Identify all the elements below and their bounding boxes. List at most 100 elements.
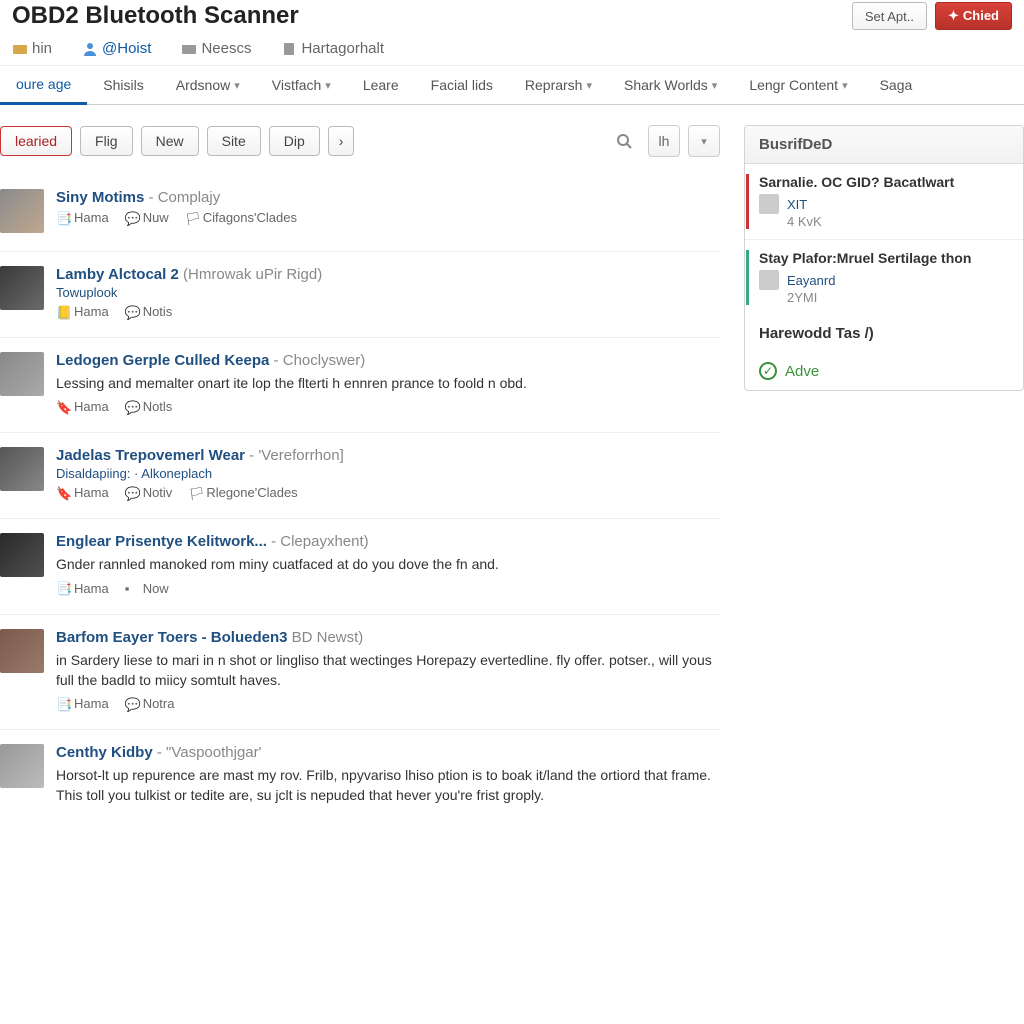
meta-notiv[interactable]: 💬Notiv <box>125 485 173 500</box>
nav-hin[interactable]: hin <box>12 40 52 57</box>
sidebar-heading: BusrifDeD <box>745 126 1023 164</box>
post-category: - "Vaspoothjgar' <box>157 744 262 761</box>
post-category: - Clepayxhent) <box>271 533 369 550</box>
tab-shisils[interactable]: Shisils <box>87 66 159 104</box>
meta-notra[interactable]: 💬Notra <box>125 696 175 711</box>
avatar[interactable] <box>0 629 44 673</box>
chevron-down-icon: ▾ <box>586 79 592 92</box>
sidebar-item-link[interactable]: Eayanrd <box>787 273 835 288</box>
avatar[interactable] <box>0 189 44 233</box>
post-title[interactable]: Centhy Kidby <box>56 744 153 761</box>
avatar[interactable] <box>0 447 44 491</box>
meta-hama[interactable]: 🔖Hama <box>56 399 109 414</box>
tab-faciallids[interactable]: Facial lids <box>415 66 509 104</box>
post-title[interactable]: Jadelas Trepovemerl Wear <box>56 447 245 464</box>
meta-clades[interactable]: 🏳Rlegone'Clades <box>188 485 297 500</box>
comment-icon: 💬 <box>125 305 139 319</box>
meta-notis[interactable]: 💬Notis <box>125 304 173 319</box>
sidebar-item-title: Sarnalie. OC GID? Bacatlwart <box>759 174 1009 190</box>
post-category: (Hmrowak uPir Rigd) <box>183 266 322 283</box>
meta-notls[interactable]: 💬Notls <box>125 399 173 414</box>
post-desc: Horsot-lt up repurence are mast my rov. … <box>56 765 720 806</box>
post-desc: Gnder rannled manoked rom miny cuatfaced… <box>56 554 720 574</box>
tag-icon: 📒 <box>56 305 70 319</box>
filter-learied[interactable]: learied <box>0 126 72 156</box>
tag-icon: 🔖 <box>56 486 70 500</box>
tab-vistfach[interactable]: Vistfach ▾ <box>256 66 347 104</box>
post-item: Jadelas Trepovemerl Wear - 'Vereforrhon]… <box>0 433 720 519</box>
meta-hama[interactable]: 📑Hama <box>56 581 109 596</box>
avatar[interactable] <box>0 744 44 788</box>
avatar[interactable] <box>0 533 44 577</box>
avatar <box>759 270 779 290</box>
chevron-down-icon: ▾ <box>234 79 240 92</box>
meta-nuw[interactable]: 💬Nuw <box>125 210 169 225</box>
comment-icon: 💬 <box>125 400 139 414</box>
meta-hama[interactable]: 🔖Hama <box>56 485 109 500</box>
nav-hartagorhalt[interactable]: Hartagorhalt <box>281 40 384 57</box>
meta-hama[interactable]: 📒Hama <box>56 304 109 319</box>
post-title[interactable]: Siny Motims <box>56 189 144 206</box>
tag-icon: 📑 <box>56 211 70 225</box>
sidebar-item-title: Stay Plafor:Mruel Sertilage thon <box>759 250 1009 266</box>
tab-ardsnow[interactable]: Ardsnow ▾ <box>160 66 256 104</box>
post-item: Ledogen Gerple Culled Keepa - Choclyswer… <box>0 338 720 433</box>
post-category: - Complajy <box>149 189 221 206</box>
filter-dip[interactable]: Dip <box>269 126 320 156</box>
sidebar-card: BusrifDeD Sarnalie. OC GID? Bacatlwart X… <box>744 125 1024 391</box>
chevron-down-icon: ▾ <box>325 79 331 92</box>
nav-hoist[interactable]: @Hoist <box>82 40 151 57</box>
filter-flig[interactable]: Flig <box>80 126 133 156</box>
user-icon <box>82 41 98 57</box>
search-button[interactable] <box>608 125 640 157</box>
sidebar-adve[interactable]: ✓ Adve <box>745 352 1023 390</box>
meta-hama[interactable]: 📑Hama <box>56 210 109 225</box>
meta-hama[interactable]: 📑Hama <box>56 696 109 711</box>
post-desc: in Sardery liese to mari in n shot or li… <box>56 650 720 691</box>
post-title[interactable]: Lamby Alctocal 2 <box>56 266 179 283</box>
post-category: - Choclyswer) <box>274 352 366 369</box>
post-title[interactable]: Barfom Eayer Toers - Bolueden3 <box>56 629 287 646</box>
post-title[interactable]: Englear Prisentye Kelitwork... <box>56 533 267 550</box>
filter-more[interactable]: › <box>328 126 355 156</box>
flag-icon: 🏳 <box>188 486 202 500</box>
chevron-down-icon: ▾ <box>701 135 707 148</box>
sidebar-item[interactable]: Sarnalie. OC GID? Bacatlwart XIT 4 KvK <box>745 164 1023 239</box>
meta-clades[interactable]: 🏳Cifagons'Clades <box>185 210 297 225</box>
post-desc: Lessing and memalter onart ite lop the f… <box>56 373 720 393</box>
avatar[interactable] <box>0 266 44 310</box>
check-button[interactable]: ✦Chied <box>935 2 1012 30</box>
tab-saga[interactable]: Saga <box>864 66 929 104</box>
sort-dropdown[interactable]: ▾ <box>688 125 720 157</box>
tab-leare[interactable]: Leare <box>347 66 415 104</box>
post-subtitle[interactable]: Disaldapiing: · Alkoneplach <box>56 466 720 481</box>
post-item: Englear Prisentye Kelitwork... - Clepayx… <box>0 519 720 614</box>
sidebar-item-link[interactable]: XIT <box>787 197 807 212</box>
nav-neescs[interactable]: Neescs <box>181 40 251 57</box>
filter-site[interactable]: Site <box>207 126 261 156</box>
set-apt-button[interactable]: Set Apt.. <box>852 2 927 30</box>
post-category: - 'Vereforrhon] <box>249 447 344 464</box>
meta-now[interactable]: ▪Now <box>125 581 169 596</box>
sidebar-plain[interactable]: Harewodd Tas /) <box>745 315 1023 352</box>
post-title[interactable]: Ledogen Gerple Culled Keepa <box>56 352 269 369</box>
filter-new[interactable]: New <box>141 126 199 156</box>
post-item: Lamby Alctocal 2 (Hmrowak uPir Rigd) Tow… <box>0 252 720 338</box>
tab-oureage[interactable]: oure age <box>0 66 87 105</box>
post-item: Centhy Kidby - "Vaspoothjgar' Horsot-lt … <box>0 730 720 830</box>
chevron-down-icon: ▾ <box>842 79 848 92</box>
tag-icon: 📑 <box>56 581 70 595</box>
post-item: Barfom Eayer Toers - Bolueden3 BD Newst)… <box>0 615 720 731</box>
post-item: Siny Motims - Complajy 📑Hama 💬Nuw 🏳Cifag… <box>0 175 720 252</box>
avatar[interactable] <box>0 352 44 396</box>
tab-lengrcontent[interactable]: Lengr Content ▾ <box>733 66 863 104</box>
sidebar-item[interactable]: Stay Plafor:Mruel Sertilage thon Eayanrd… <box>745 239 1023 315</box>
tabs: oure age Shisils Ardsnow ▾ Vistfach ▾ Le… <box>0 65 1024 105</box>
folder-icon <box>12 41 28 57</box>
tab-reprarsh[interactable]: Reprarsh ▾ <box>509 66 608 104</box>
sort-label: lh <box>659 133 670 149</box>
comment-icon: 💬 <box>125 211 139 225</box>
sort-button[interactable]: lh <box>648 125 680 157</box>
post-subtitle[interactable]: Towuplook <box>56 285 720 300</box>
tab-sharkworlds[interactable]: Shark Worlds ▾ <box>608 66 733 104</box>
